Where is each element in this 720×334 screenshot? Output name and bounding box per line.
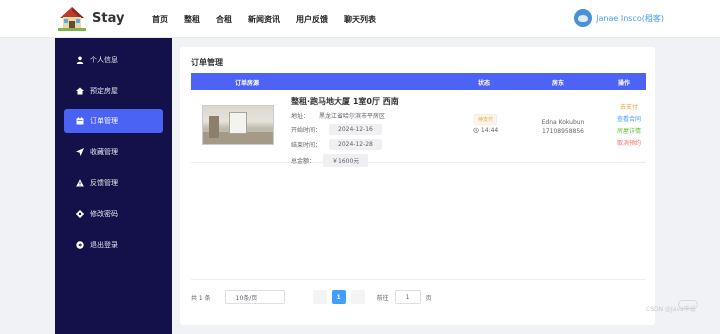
top-header: Stay 首页 整租 合租 新闻资讯 用户反馈 聊天列表 Janae Insco… xyxy=(0,0,720,38)
sidebar-item-password[interactable]: 修改密码 xyxy=(64,202,163,226)
landlord-name: Edna Kokubun xyxy=(541,119,585,126)
prev-page-button[interactable] xyxy=(312,290,327,304)
address-line: 地址： 黑龙江省哈尔滨市平房区 xyxy=(291,111,399,120)
address-label: 地址： xyxy=(291,113,310,120)
sidebar-item-label: 预定房屋 xyxy=(90,87,118,95)
main-nav: 首页 整租 合租 新闻资讯 用户反馈 聊天列表 xyxy=(152,14,392,25)
goto-suffix: 页 xyxy=(425,294,432,302)
pagination: 共 1 条 10条/页 1 前往 1 页 xyxy=(191,290,432,304)
sidebar-item-label: 修改密码 xyxy=(90,210,118,218)
nav-feedback[interactable]: 用户反馈 xyxy=(296,14,328,25)
total-value: ￥1600元 xyxy=(323,154,369,167)
page-title: 订单管理 xyxy=(191,58,223,67)
sidebar-item-profile[interactable]: 个人信息 xyxy=(64,48,163,72)
total-label: 总金额： xyxy=(291,158,316,165)
row-actions: 去支付 查看合同 房屋详情 取消预约 xyxy=(611,102,647,150)
sidebar-item-favorites[interactable]: 收藏管理 xyxy=(64,140,163,164)
address-value: 黑龙江省哈尔滨市平房区 xyxy=(319,113,386,120)
sidebar-item-booking[interactable]: 预定房屋 xyxy=(64,79,163,103)
sidebar-item-label: 订单管理 xyxy=(90,117,118,125)
sidebar-item-feedback[interactable]: 反馈管理 xyxy=(64,171,163,195)
sidebar-item-label: 收藏管理 xyxy=(90,148,118,156)
end-date-label: 结束时间： xyxy=(291,142,322,149)
column-header-landlord: 房东 xyxy=(552,80,565,87)
status-badge: 待支付 xyxy=(474,114,498,125)
watermark: CSDN @Java毕设 xyxy=(646,306,696,313)
goto-page-value: 1 xyxy=(405,293,410,301)
home-icon xyxy=(76,87,84,95)
nav-shared-rent[interactable]: 合租 xyxy=(216,14,232,25)
alarm-clock-icon xyxy=(473,127,479,133)
cancel-booking-link[interactable]: 取消预约 xyxy=(611,138,647,150)
column-header-status: 状态 xyxy=(478,80,491,87)
house-details-link[interactable]: 房屋详情 xyxy=(611,126,647,138)
gear-icon xyxy=(76,210,84,218)
calendar-icon xyxy=(76,117,84,125)
order-management-card: 订单管理 订单房源 状态 房东 操作 整租·跑马地大厦 1室0厅 西南 地址： … xyxy=(180,47,655,325)
page-size-select[interactable]: 10条/页 xyxy=(224,290,285,304)
house-title[interactable]: 整租·跑马地大厦 1室0厅 西南 xyxy=(291,96,399,107)
nav-whole-rent[interactable]: 整租 xyxy=(184,14,200,25)
warning-icon xyxy=(76,179,84,187)
start-date-label: 开始时间： xyxy=(291,127,322,134)
page-size-value: 10条/页 xyxy=(235,294,258,302)
house-thumbnail[interactable] xyxy=(202,105,274,145)
house-info: 整租·跑马地大厦 1室0厅 西南 地址： 黑龙江省哈尔滨市平房区 开始时间： 2… xyxy=(291,96,399,167)
end-date-value: 2024-12-28 xyxy=(329,139,382,150)
next-page-button[interactable] xyxy=(350,290,365,304)
sidebar: 个人信息 预定房屋 订单管理 收藏管理 反馈管理 修改密码 退出登录 xyxy=(55,38,172,334)
house-logo-icon xyxy=(56,4,88,32)
start-date-line: 开始时间： 2024-12-16 xyxy=(291,124,399,135)
page-number-current[interactable]: 1 xyxy=(331,290,346,304)
sidebar-item-label: 退出登录 xyxy=(90,241,118,249)
sidebar-item-label: 反馈管理 xyxy=(90,179,118,187)
send-icon xyxy=(76,148,84,156)
end-date-line: 结束时间： 2024-12-28 xyxy=(291,139,399,150)
logout-icon xyxy=(76,241,84,249)
pay-link[interactable]: 去支付 xyxy=(611,102,647,114)
sidebar-item-orders[interactable]: 订单管理 xyxy=(64,109,163,133)
nav-chat-list[interactable]: 聊天列表 xyxy=(344,14,376,25)
nav-news[interactable]: 新闻资讯 xyxy=(248,14,280,25)
view-contract-link[interactable]: 查看合同 xyxy=(611,114,647,126)
column-header-actions: 操作 xyxy=(618,80,631,87)
divider xyxy=(191,279,646,280)
avatar[interactable] xyxy=(574,9,593,27)
goto-page-input[interactable]: 1 xyxy=(394,290,421,304)
sidebar-item-logout[interactable]: 退出登录 xyxy=(64,233,163,257)
user-menu[interactable]: Janae Insco(租客) xyxy=(574,9,664,27)
logo-text: Stay xyxy=(92,10,125,26)
status-time-value: 14:44 xyxy=(480,127,499,134)
status-time: 14:44 xyxy=(473,127,498,134)
user-name[interactable]: Janae Insco(租客) xyxy=(596,13,664,24)
sidebar-item-label: 个人信息 xyxy=(90,56,118,64)
landlord-phone: 17108958856 xyxy=(542,128,584,135)
start-date-value: 2024-12-16 xyxy=(329,124,382,135)
total-count: 共 1 条 xyxy=(191,294,211,302)
landlord-info: Edna Kokubun 17108958856 xyxy=(523,118,603,136)
column-header-house: 订单房源 xyxy=(235,80,260,87)
user-icon xyxy=(76,56,84,64)
nav-home[interactable]: 首页 xyxy=(152,14,168,25)
logo[interactable]: Stay xyxy=(56,4,124,32)
goto-label: 前往 xyxy=(376,294,389,302)
table-row: 整租·跑马地大厦 1室0厅 西南 地址： 黑龙江省哈尔滨市平房区 开始时间： 2… xyxy=(191,90,647,167)
table-header: 订单房源 状态 房东 操作 xyxy=(191,73,646,90)
total-line: 总金额： ￥1600元 xyxy=(291,154,399,167)
